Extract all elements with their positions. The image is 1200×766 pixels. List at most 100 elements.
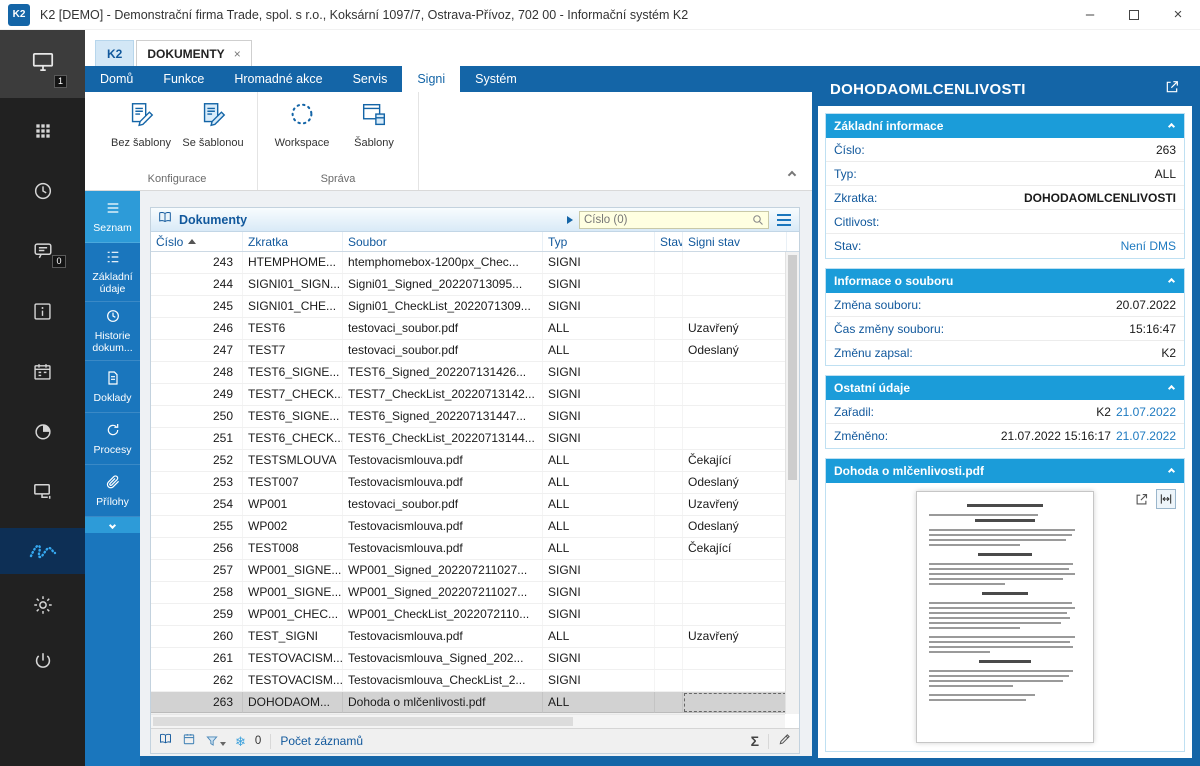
table-row[interactable]: 256 TEST008 Testovacismlouva.pdf ALL Ček… (151, 538, 799, 560)
sidebar-item-info[interactable] (28, 298, 58, 324)
cell-cislo: 244 (151, 274, 243, 295)
table-row[interactable]: 253 TEST007 Testovacismlouva.pdf ALL Ode… (151, 472, 799, 494)
detail-value-link[interactable]: 21.07.2022 (1116, 405, 1176, 419)
menu-item-signi[interactable]: Signi (402, 66, 461, 92)
nav-expander-button[interactable] (85, 517, 140, 533)
cell-signi-stav: Čekající (683, 450, 787, 471)
cell-cislo: 247 (151, 340, 243, 361)
sidebar-item-reports[interactable] (28, 418, 58, 444)
table-row[interactable]: 246 TEST6 testovaci_soubor.pdf ALL Uzavř… (151, 318, 799, 340)
sidebar-item-history[interactable] (28, 178, 58, 204)
sidebar-item-signi[interactable] (0, 528, 85, 574)
close-button[interactable]: × (1156, 0, 1200, 29)
column-header-zkratka[interactable]: Zkratka (243, 232, 343, 251)
table-row[interactable]: 248 TEST6_SIGNE... TEST6_Signed_20220713… (151, 362, 799, 384)
open-external-icon[interactable] (1164, 79, 1180, 99)
menu-item-dom-[interactable]: Domů (85, 66, 148, 92)
table-row[interactable]: 255 WP002 Testovacismlouva.pdf ALL Odesl… (151, 516, 799, 538)
table-row[interactable]: 257 WP001_SIGNE... WP001_Signed_20220721… (151, 560, 799, 582)
preview-section: Dohoda o mlčenlivosti.pdf (825, 458, 1185, 752)
cell-stav (655, 626, 683, 647)
sidebar-item-power[interactable] (28, 648, 58, 674)
table-row[interactable]: 262 TESTOVACISM... Testovacismlouva_Chec… (151, 670, 799, 692)
minimize-button[interactable]: – (1068, 0, 1112, 29)
menu-item-servis[interactable]: Servis (338, 66, 403, 92)
table-row[interactable]: 244 SIGNI01_SIGN... Signi01_Signed_20220… (151, 274, 799, 296)
freeze-icon[interactable]: ❄ (235, 735, 246, 748)
cell-stav (655, 538, 683, 559)
tab-close-icon[interactable]: × (234, 47, 241, 61)
sum-icon[interactable]: Σ (751, 734, 759, 748)
table-row[interactable]: 254 WP001 testovaci_soubor.pdf ALL Uzavř… (151, 494, 799, 516)
nav-item-doklady[interactable]: Doklady (85, 361, 140, 413)
search-icon[interactable] (752, 214, 764, 226)
column-header-stav[interactable]: Stav (655, 232, 683, 251)
table-row[interactable]: 260 TEST_SIGNI Testovacismlouva.pdf ALL … (151, 626, 799, 648)
detail-value-link[interactable]: Není DMS (1121, 239, 1176, 253)
nav-item-seznam[interactable]: Seznam (85, 191, 140, 243)
tab-k2-home[interactable]: K2 (95, 40, 135, 66)
cell-cislo: 255 (151, 516, 243, 537)
table-row[interactable]: 251 TEST6_CHECK... TEST6_CheckList_20220… (151, 428, 799, 450)
table-row[interactable]: 243 HTEMPHOME... htemphomebox-1200px_Che… (151, 252, 799, 274)
sidebar-item-apps[interactable] (28, 118, 58, 144)
book-view-icon[interactable] (158, 732, 173, 751)
table-row[interactable]: 252 TESTSMLOUVA Testovacismlouva.pdf ALL… (151, 450, 799, 472)
sidebar-item-calendar[interactable] (28, 358, 58, 384)
filter-icon[interactable] (205, 734, 226, 748)
sidebar-item-settings[interactable] (28, 592, 58, 618)
cell-signi-stav (683, 582, 787, 603)
ribbon-button-workspace[interactable]: Workspace (270, 98, 334, 169)
table-row[interactable]: 258 WP001_SIGNE... WP001_Signed_20220721… (151, 582, 799, 604)
records-count-label[interactable]: Počet záznamů (280, 734, 363, 748)
table-row[interactable]: 259 WP001_CHEC... WP001_CheckList_202207… (151, 604, 799, 626)
horizontal-scrollbar[interactable] (151, 714, 785, 728)
calendar-view-icon[interactable] (182, 732, 196, 751)
detail-label: Změnu zapsal: (834, 346, 913, 360)
fit-width-icon[interactable] (1156, 489, 1176, 509)
preview-page[interactable] (916, 491, 1094, 743)
play-icon[interactable] (567, 215, 573, 224)
table-row[interactable]: 245 SIGNI01_CHE... Signi01_CheckList_202… (151, 296, 799, 318)
table-row[interactable]: 249 TEST7_CHECK... TEST7_CheckList_20220… (151, 384, 799, 406)
scrollbar-thumb[interactable] (788, 255, 797, 480)
table-row[interactable]: 247 TEST7 testovaci_soubor.pdf ALL Odesl… (151, 340, 799, 362)
ribbon-button--ablony[interactable]: Šablony (342, 98, 406, 169)
cell-cislo: 253 (151, 472, 243, 493)
table-row[interactable]: 250 TEST6_SIGNE... TEST6_Signed_20220713… (151, 406, 799, 428)
grid-menu-icon[interactable] (775, 212, 793, 228)
search-input[interactable] (584, 213, 749, 226)
ribbon-button-se-ablonou[interactable]: Se šablonou (181, 98, 245, 169)
cell-zkratka: WP001 (243, 494, 343, 515)
menu-item-funkce[interactable]: Funkce (148, 66, 219, 92)
nav-item-z-kladn-daje[interactable]: Základní údaje (85, 243, 140, 302)
sidebar-item-desktop[interactable]: 1 (0, 30, 85, 98)
menu-item-syst-m[interactable]: Systém (460, 66, 532, 92)
nav-item-historie-dokum-[interactable]: Historie dokum... (85, 302, 140, 361)
ribbon-group-správa: Workspace Šablony Správa (258, 92, 419, 190)
detail-value-link[interactable]: 21.07.2022 (1116, 429, 1176, 443)
menu-item-hromadn-akce[interactable]: Hromadné akce (219, 66, 337, 92)
sidebar-item-workstation[interactable] (28, 478, 58, 504)
ribbon-button-bez-ablony[interactable]: Bez šablony (109, 98, 173, 169)
maximize-button[interactable] (1112, 0, 1156, 29)
nav-item-procesy[interactable]: Procesy (85, 413, 140, 465)
sidebar-item-messages[interactable]: 0 (28, 238, 66, 268)
section-header[interactable]: Informace o souboru (826, 269, 1184, 293)
preview-open-external-icon[interactable] (1131, 489, 1151, 509)
table-row[interactable]: 261 TESTOVACISM... Testovacismlouva_Sign… (151, 648, 799, 670)
vertical-scrollbar[interactable] (785, 252, 799, 714)
table-row[interactable]: 263 DOHODAOM... Dohoda o mlčenlivosti.pd… (151, 692, 799, 714)
section-header[interactable]: Základní informace (826, 114, 1184, 138)
scrollbar-thumb-horizontal[interactable] (153, 717, 573, 726)
column-header--slo[interactable]: Číslo (151, 232, 243, 251)
column-header-signi-stav[interactable]: Signi stav (683, 232, 787, 251)
preview-section-header[interactable]: Dohoda o mlčenlivosti.pdf (826, 459, 1184, 483)
tab-dokumenty[interactable]: DOKUMENTY × (136, 40, 252, 66)
nav-item-p-lohy[interactable]: Přílohy (85, 465, 140, 517)
ribbon-collapse-button[interactable] (786, 170, 798, 180)
column-header-soubor[interactable]: Soubor (343, 232, 543, 251)
edit-icon[interactable] (778, 732, 792, 751)
column-header-typ[interactable]: Typ (543, 232, 655, 251)
section-header[interactable]: Ostatní údaje (826, 376, 1184, 400)
